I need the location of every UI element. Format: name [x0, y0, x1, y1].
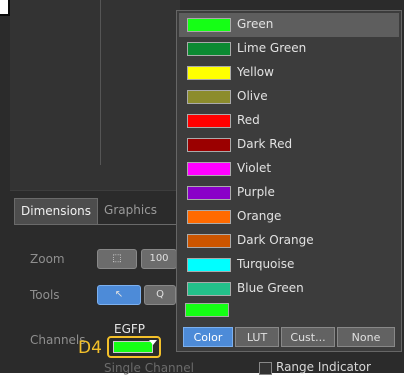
callout-label: D4 — [78, 338, 102, 358]
range-indicator-checkbox[interactable] — [259, 362, 272, 375]
color-option[interactable]: Dark Orange — [179, 229, 399, 253]
color-swatch — [187, 162, 231, 176]
color-dropdown: Green Lime Green Yellow Olive Red Dark Red Vio… — [176, 10, 402, 352]
color-option[interactable]: Dark Red — [179, 133, 399, 157]
color-option[interactable]: Yellow — [179, 61, 399, 85]
divider — [100, 0, 101, 165]
color-option[interactable]: Turquoise — [179, 253, 399, 277]
tab-graphics[interactable]: Graphics — [98, 198, 163, 224]
range-indicator-label: Range Indicator — [276, 360, 371, 374]
color-option-label: Olive — [237, 89, 268, 103]
tab-bar: Dimensions Graphics — [14, 198, 163, 225]
segment-cust[interactable]: Cust... — [281, 327, 335, 347]
color-option-label: Red — [237, 113, 260, 127]
divider — [0, 14, 10, 16]
color-swatch — [187, 258, 231, 272]
image-canvas — [10, 0, 180, 190]
zoom-100-button[interactable]: 100 — [141, 249, 177, 269]
color-option[interactable]: Green — [179, 13, 399, 37]
custom-color-swatch[interactable] — [185, 303, 229, 317]
arrow-pointer-icon: ↖ — [114, 289, 124, 300]
color-option[interactable]: Lime Green — [179, 37, 399, 61]
color-swatch — [187, 186, 231, 200]
color-option-label: Orange — [237, 209, 282, 223]
color-swatch — [187, 90, 231, 104]
divider — [14, 224, 180, 225]
color-option[interactable]: Blue Green — [179, 277, 399, 301]
color-option[interactable]: Orange — [179, 205, 399, 229]
color-swatch — [187, 66, 231, 80]
color-option-label: Violet — [237, 161, 272, 175]
color-option-label: Turquoise — [237, 257, 295, 271]
color-option-label: Blue Green — [237, 281, 304, 295]
color-option-label: Yellow — [237, 65, 274, 79]
color-option-label: Dark Red — [237, 137, 293, 151]
pointer-tool-button[interactable]: ↖ — [97, 285, 141, 305]
fit-icon: ⬚ — [112, 253, 122, 264]
tools-label: Tools — [30, 288, 60, 302]
color-option[interactable]: Red — [179, 109, 399, 133]
background — [0, 0, 8, 14]
channel-name: EGFP — [114, 322, 146, 336]
zoom-label: Zoom — [30, 252, 65, 266]
color-swatch — [187, 42, 231, 56]
color-swatch — [187, 234, 231, 248]
channel-color-swatch — [113, 341, 153, 353]
zoom-fit-button[interactable]: ⬚ — [97, 249, 137, 269]
color-swatch — [187, 138, 231, 152]
color-option-label: Lime Green — [237, 41, 307, 55]
tab-dimensions[interactable]: Dimensions — [14, 198, 99, 225]
color-option[interactable]: Olive — [179, 85, 399, 109]
channel-color-button[interactable] — [107, 336, 161, 358]
color-option-label: Purple — [237, 185, 275, 199]
app-panel: Dimensions Graphics Zoom ⬚ 100 Tools ↖ Q… — [0, 0, 404, 375]
segment-lut[interactable]: LUT — [235, 327, 279, 347]
color-swatch — [187, 114, 231, 128]
color-swatch — [187, 18, 231, 32]
color-option-label: Green — [237, 17, 274, 31]
segment-color[interactable]: Color — [183, 327, 233, 347]
color-option[interactable]: Violet — [179, 157, 399, 181]
color-swatch — [187, 282, 231, 296]
color-option-label: Dark Orange — [237, 233, 314, 247]
triangle-down-icon — [149, 340, 157, 345]
color-swatch — [187, 210, 231, 224]
zoom-tool-button[interactable]: Q — [144, 285, 176, 305]
divider — [10, 190, 180, 191]
color-option[interactable]: Purple — [179, 181, 399, 205]
segment-none[interactable]: None — [337, 327, 395, 347]
